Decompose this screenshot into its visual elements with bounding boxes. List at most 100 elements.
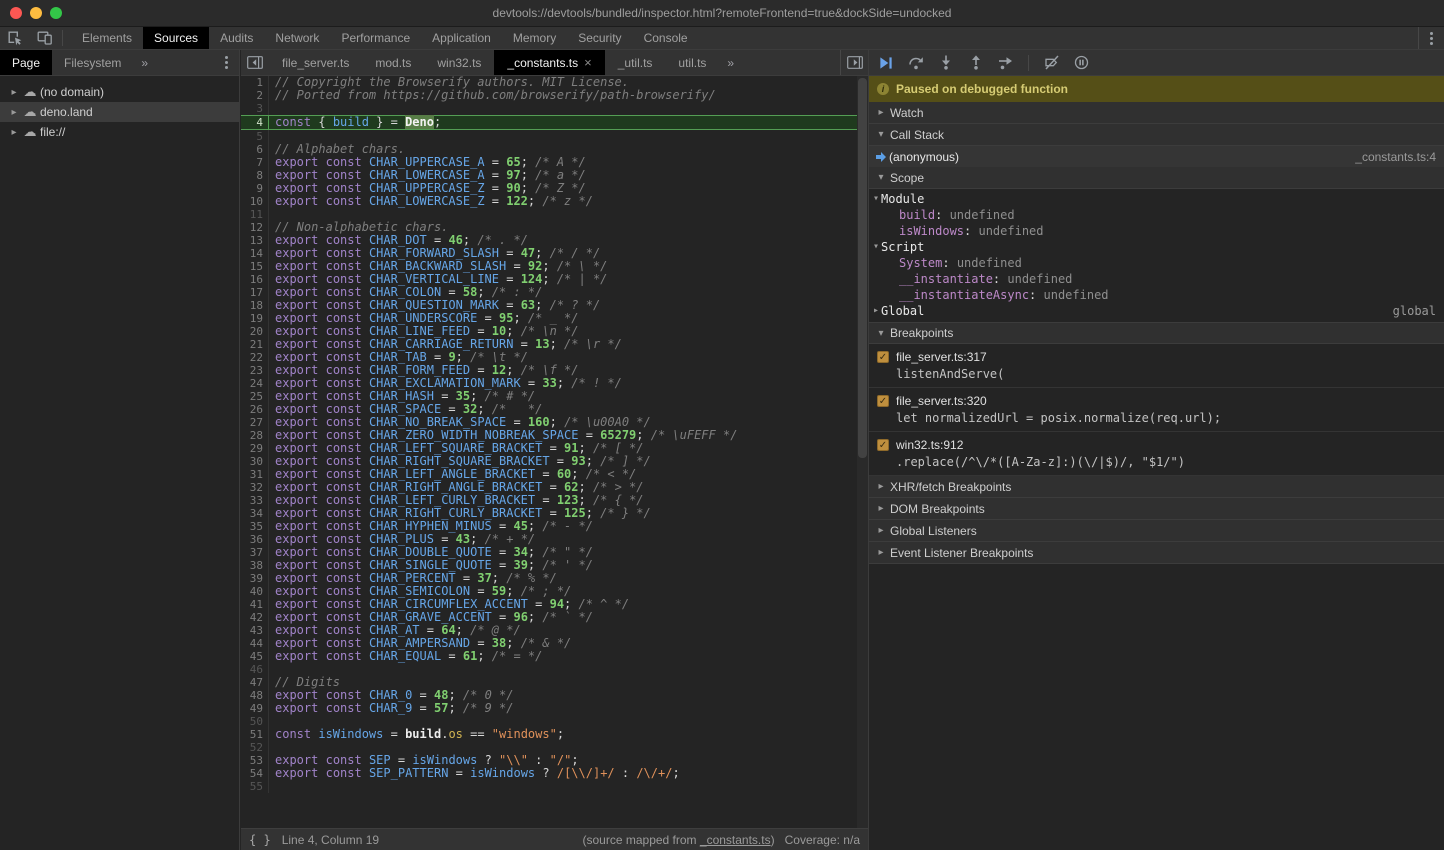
line-number[interactable]: 22 bbox=[241, 351, 269, 364]
line-number[interactable]: 13 bbox=[241, 234, 269, 247]
line-number[interactable]: 34 bbox=[241, 507, 269, 520]
line-number[interactable]: 51 bbox=[241, 728, 269, 741]
line-number[interactable]: 18 bbox=[241, 299, 269, 312]
source-map-link[interactable]: _constants.ts bbox=[700, 833, 771, 847]
line-number[interactable]: 53 bbox=[241, 754, 269, 767]
breakpoint-header[interactable]: ✓win32.ts:912 bbox=[869, 435, 1444, 454]
line-number[interactable]: 12 bbox=[241, 221, 269, 234]
line-number[interactable]: 48 bbox=[241, 689, 269, 702]
tab-memory[interactable]: Memory bbox=[502, 27, 567, 49]
code-text[interactable]: export const CHAR_LOWERCASE_Z = 122; /* … bbox=[269, 195, 593, 208]
line-number[interactable]: 52 bbox=[241, 741, 269, 754]
hide-debugger-icon[interactable] bbox=[840, 50, 868, 75]
section-scope[interactable]: ▾ Scope bbox=[869, 167, 1444, 189]
scope-group-script[interactable]: ▾Script bbox=[869, 239, 1444, 255]
breakpoint-checkbox[interactable]: ✓ bbox=[877, 395, 889, 407]
tab-performance[interactable]: Performance bbox=[330, 27, 421, 49]
line-number[interactable]: 54 bbox=[241, 767, 269, 780]
line-number[interactable]: 50 bbox=[241, 715, 269, 728]
section-call-stack[interactable]: ▾ Call Stack bbox=[869, 124, 1444, 146]
code-text[interactable]: // Ported from https://github.com/browse… bbox=[269, 89, 716, 102]
device-toolbar-icon[interactable] bbox=[30, 27, 60, 49]
scope-group-global[interactable]: ▸Globalglobal bbox=[869, 303, 1444, 319]
code-editor[interactable]: 1// Copyright the Browserify authors. MI… bbox=[241, 76, 868, 828]
line-number[interactable]: 40 bbox=[241, 585, 269, 598]
navigator-kebab-menu-icon[interactable] bbox=[213, 50, 239, 75]
section-global-listeners[interactable]: ▸Global Listeners bbox=[869, 520, 1444, 542]
deactivate-breakpoints-icon[interactable] bbox=[1043, 54, 1060, 71]
line-number[interactable]: 20 bbox=[241, 325, 269, 338]
line-number[interactable]: 7 bbox=[241, 156, 269, 169]
line-number[interactable]: 43 bbox=[241, 624, 269, 637]
line-number[interactable]: 45 bbox=[241, 650, 269, 663]
line-number[interactable]: 15 bbox=[241, 260, 269, 273]
line-number[interactable]: 32 bbox=[241, 481, 269, 494]
line-number[interactable]: 47 bbox=[241, 676, 269, 689]
tree-item[interactable]: ▸☁deno.land bbox=[0, 102, 239, 122]
line-number[interactable]: 27 bbox=[241, 416, 269, 429]
file-tab-mod.ts[interactable]: mod.ts bbox=[362, 50, 424, 75]
breakpoint-header[interactable]: ✓file_server.ts:320 bbox=[869, 391, 1444, 410]
tree-item[interactable]: ▸☁(no domain) bbox=[0, 82, 239, 102]
inspect-icon[interactable] bbox=[0, 27, 30, 49]
line-number[interactable]: 33 bbox=[241, 494, 269, 507]
step-into-icon[interactable] bbox=[937, 54, 954, 71]
tab-sources[interactable]: Sources bbox=[143, 27, 209, 49]
line-number[interactable]: 31 bbox=[241, 468, 269, 481]
section-xhr-fetch-breakpoints[interactable]: ▸XHR/fetch Breakpoints bbox=[869, 476, 1444, 498]
line-number[interactable]: 11 bbox=[241, 208, 269, 221]
line-number[interactable]: 1 bbox=[241, 76, 269, 89]
file-tab-win32.ts[interactable]: win32.ts bbox=[424, 50, 494, 75]
code-text[interactable]: export const CHAR_EQUAL = 61; /* = */ bbox=[269, 650, 542, 663]
line-number[interactable]: 35 bbox=[241, 520, 269, 533]
navigator-overflow-chevron[interactable]: » bbox=[133, 50, 156, 75]
file-tabs-overflow-chevron[interactable]: » bbox=[719, 50, 742, 75]
tree-item[interactable]: ▸☁file:// bbox=[0, 122, 239, 142]
scope-property[interactable]: __instantiate: undefined bbox=[869, 271, 1444, 287]
line-number[interactable]: 24 bbox=[241, 377, 269, 390]
section-dom-breakpoints[interactable]: ▸DOM Breakpoints bbox=[869, 498, 1444, 520]
line-number[interactable]: 2 bbox=[241, 89, 269, 102]
scope-group-module[interactable]: ▾Module bbox=[869, 191, 1444, 207]
line-number[interactable]: 37 bbox=[241, 546, 269, 559]
line-number[interactable]: 44 bbox=[241, 637, 269, 650]
breakpoint-code[interactable]: let normalizedUrl = posix.normalize(req.… bbox=[869, 410, 1444, 427]
editor-scrollbar[interactable] bbox=[857, 76, 868, 828]
line-number[interactable]: 19 bbox=[241, 312, 269, 325]
line-number[interactable]: 16 bbox=[241, 273, 269, 286]
line-number[interactable]: 4 bbox=[241, 116, 269, 129]
code-text[interactable]: export const CHAR_9 = 57; /* 9 */ bbox=[269, 702, 513, 715]
line-number[interactable]: 8 bbox=[241, 169, 269, 182]
breakpoint-checkbox[interactable]: ✓ bbox=[877, 439, 889, 451]
breakpoint-code[interactable]: listenAndServe( bbox=[869, 366, 1444, 383]
file-tab-_util.ts[interactable]: _util.ts bbox=[605, 50, 666, 75]
line-number[interactable]: 28 bbox=[241, 429, 269, 442]
editor-scrollbar-thumb[interactable] bbox=[858, 78, 867, 458]
scope-property[interactable]: build: undefined bbox=[869, 207, 1444, 223]
breakpoint-code[interactable]: .replace(/^\/*([A-Za-z]:)(\/|$)/, "$1/") bbox=[869, 454, 1444, 471]
hide-navigator-icon[interactable] bbox=[241, 50, 269, 75]
file-tab-_constants.ts[interactable]: _constants.ts× bbox=[494, 50, 604, 75]
code-text[interactable]: const isWindows = build.os == "windows"; bbox=[269, 728, 564, 741]
resume-icon[interactable] bbox=[877, 54, 894, 71]
breakpoint-checkbox[interactable]: ✓ bbox=[877, 351, 889, 363]
tab-console[interactable]: Console bbox=[633, 27, 699, 49]
code-text[interactable]: const { build } = Deno; bbox=[269, 116, 441, 129]
scope-property[interactable]: __instantiateAsync: undefined bbox=[869, 287, 1444, 303]
file-tab-util.ts[interactable]: util.ts bbox=[665, 50, 719, 75]
line-number[interactable]: 3 bbox=[241, 102, 269, 115]
call-stack-frame[interactable]: (anonymous)_constants.ts:4 bbox=[869, 146, 1444, 167]
line-number[interactable]: 21 bbox=[241, 338, 269, 351]
step-over-icon[interactable] bbox=[907, 54, 924, 71]
line-number[interactable]: 25 bbox=[241, 390, 269, 403]
line-number[interactable]: 17 bbox=[241, 286, 269, 299]
line-number[interactable]: 38 bbox=[241, 559, 269, 572]
line-number[interactable]: 55 bbox=[241, 780, 269, 793]
line-number[interactable]: 14 bbox=[241, 247, 269, 260]
step-icon[interactable] bbox=[997, 54, 1014, 71]
line-number[interactable]: 42 bbox=[241, 611, 269, 624]
line-number[interactable]: 30 bbox=[241, 455, 269, 468]
line-number[interactable]: 49 bbox=[241, 702, 269, 715]
tab-elements[interactable]: Elements bbox=[71, 27, 143, 49]
step-out-icon[interactable] bbox=[967, 54, 984, 71]
